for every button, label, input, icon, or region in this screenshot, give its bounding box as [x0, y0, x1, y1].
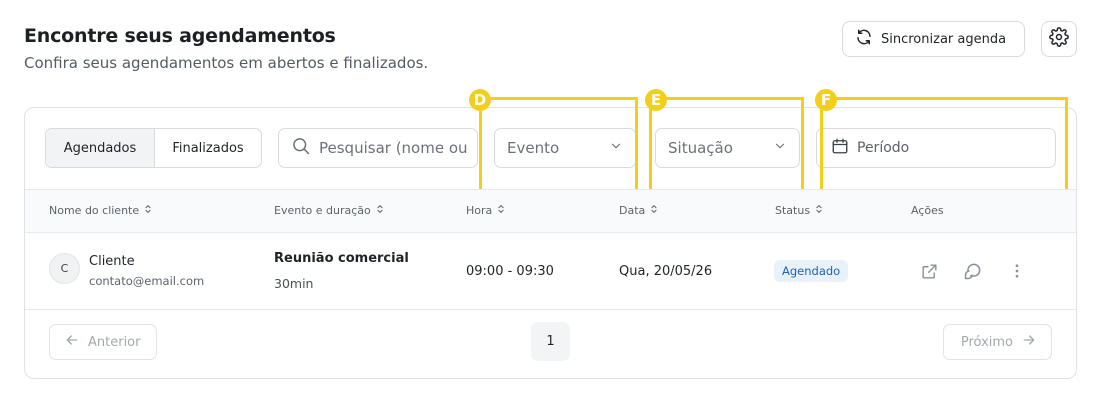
- sort-icon: [143, 204, 153, 217]
- appointment-date: Qua, 20/05/26: [619, 264, 713, 279]
- tab-finalizados-label: Finalizados: [172, 140, 244, 156]
- search-placeholder: Pesquisar (nome ou: [319, 139, 468, 157]
- status-badge: Agendado: [774, 260, 849, 282]
- sort-icon: [814, 204, 824, 217]
- column-header-event[interactable]: Evento e duração: [274, 204, 385, 217]
- client-name: Cliente: [89, 254, 135, 269]
- external-link-icon[interactable]: [919, 261, 939, 281]
- annotation-label-f: F: [815, 89, 837, 111]
- current-page-button[interactable]: 1: [531, 322, 570, 361]
- column-header-label: Data: [619, 204, 646, 217]
- column-header-date[interactable]: Data: [619, 204, 659, 217]
- column-header-status[interactable]: Status: [775, 204, 824, 217]
- annotation-label-e: E: [645, 89, 667, 111]
- client-email: contato@email.com: [89, 274, 205, 288]
- sort-icon: [375, 204, 385, 217]
- arrow-right-icon: [1021, 332, 1037, 352]
- annotation-box-e: [649, 97, 804, 195]
- event-duration: 30min: [274, 276, 314, 291]
- avatar-initial: C: [60, 262, 69, 275]
- previous-page-label: Anterior: [88, 334, 141, 350]
- page-subtitle: Confira seus agendamentos em abertos e f…: [24, 54, 429, 72]
- column-header-time[interactable]: Hora: [466, 204, 506, 217]
- refresh-icon: [855, 28, 873, 50]
- sync-calendar-label: Sincronizar agenda: [881, 31, 1007, 47]
- tab-finalizados[interactable]: Finalizados: [155, 129, 261, 167]
- search-input[interactable]: Pesquisar (nome ou: [278, 128, 478, 168]
- column-header-label: Evento e duração: [274, 204, 371, 217]
- gear-icon: [1049, 27, 1069, 51]
- column-header-label: Status: [775, 204, 811, 217]
- next-page-label: Próximo: [960, 334, 1013, 350]
- column-header-label: Nome do cliente: [49, 204, 140, 217]
- appointment-time: 09:00 - 09:30: [466, 264, 554, 279]
- annotation-box-d: [479, 97, 638, 195]
- arrow-left-icon: [64, 332, 80, 352]
- status-tabs: Agendados Finalizados: [45, 128, 262, 168]
- column-header-actions: Ações: [911, 204, 944, 217]
- previous-page-button[interactable]: Anterior: [49, 324, 157, 360]
- row-divider: [25, 309, 1076, 310]
- event-name: Reunião comercial: [274, 251, 409, 266]
- avatar: C: [49, 253, 80, 284]
- annotation-box-f: [820, 97, 1068, 195]
- page-title: Encontre seus agendamentos: [24, 25, 336, 47]
- more-vertical-icon[interactable]: [1007, 261, 1027, 281]
- sync-calendar-button[interactable]: Sincronizar agenda: [842, 21, 1025, 57]
- column-header-client[interactable]: Nome do cliente: [49, 204, 153, 217]
- column-header-label: Hora: [466, 204, 493, 217]
- column-header-label: Ações: [911, 204, 944, 217]
- next-page-button[interactable]: Próximo: [943, 324, 1052, 360]
- tab-agendados[interactable]: Agendados: [46, 129, 155, 167]
- chat-icon[interactable]: [963, 261, 983, 281]
- sort-icon: [649, 204, 659, 217]
- settings-button[interactable]: [1041, 21, 1077, 57]
- sort-icon: [496, 204, 506, 217]
- tab-agendados-label: Agendados: [63, 140, 137, 156]
- annotation-label-d: D: [469, 89, 491, 111]
- current-page-number: 1: [546, 334, 555, 349]
- search-icon: [291, 136, 311, 160]
